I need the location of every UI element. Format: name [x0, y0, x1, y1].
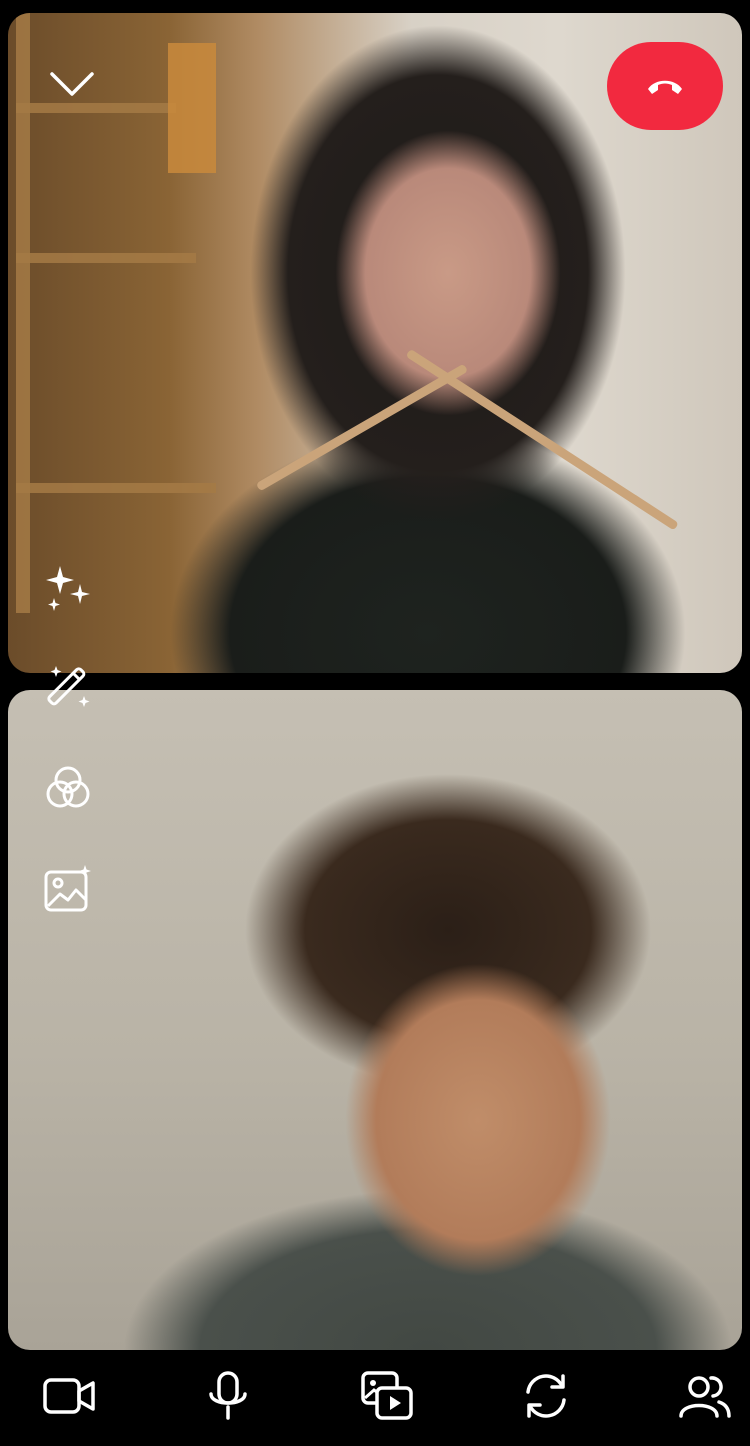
touch-up-button[interactable] [40, 658, 96, 714]
participants-button[interactable] [675, 1366, 735, 1426]
hang-up-icon [648, 80, 682, 94]
chopstick [255, 363, 469, 492]
color-filter-button[interactable] [40, 760, 96, 816]
chopstick [405, 348, 679, 531]
bookshelf-board [16, 253, 196, 263]
flip-camera-button[interactable] [516, 1366, 576, 1426]
call-control-bar [0, 1350, 750, 1446]
color-filter-icon [46, 766, 90, 808]
orange-box [168, 43, 216, 173]
video-camera-icon [43, 1378, 95, 1414]
microphone-toggle-button[interactable] [198, 1366, 258, 1426]
background-button[interactable] [40, 860, 96, 916]
magic-wand-icon [47, 666, 90, 707]
effects-button[interactable] [40, 560, 96, 616]
flip-camera-icon [526, 1374, 566, 1418]
media-share-icon [361, 1371, 413, 1420]
collapse-call-button[interactable] [48, 62, 96, 102]
background-image-icon [44, 865, 91, 912]
camera-toggle-button[interactable] [39, 1366, 99, 1426]
chevron-down-icon [50, 72, 94, 96]
sparkles-icon [46, 566, 90, 611]
participants-icon [679, 1376, 731, 1418]
microphone-icon [209, 1371, 247, 1420]
bookshelf-board [16, 483, 216, 493]
end-call-button[interactable] [607, 42, 723, 130]
share-media-button[interactable] [357, 1366, 417, 1426]
bookshelf-board [16, 103, 176, 113]
self-video-tile[interactable] [8, 690, 742, 1350]
video-call-screen [0, 0, 750, 1446]
